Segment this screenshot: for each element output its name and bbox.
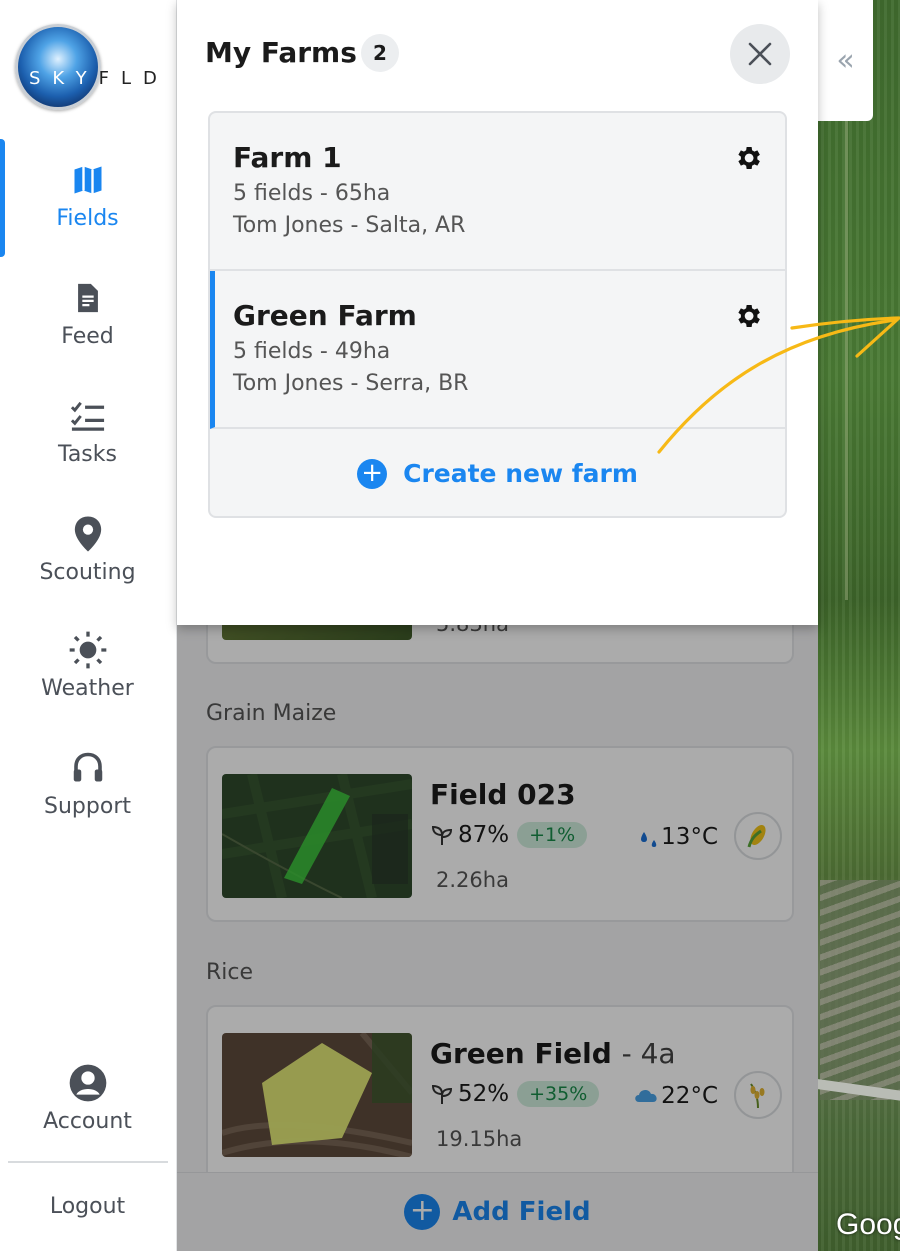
collapse-panel-button[interactable]: « [818, 0, 873, 121]
my-farms-popup: My Farms 2 Farm 1 5 fields - 65ha Tom Jo… [177, 0, 900, 625]
farm-summary: 5 fields - 49ha [233, 339, 391, 364]
sidebar-item-support[interactable]: Support [0, 748, 175, 819]
user-circle-icon [68, 1063, 108, 1103]
plus-circle-icon: + [357, 458, 388, 489]
create-new-farm-button[interactable]: + Create new farm [210, 429, 785, 516]
sidebar-item-label: Account [43, 1109, 132, 1134]
farm-item-green-farm[interactable]: Green Farm 5 fields - 49ha Tom Jones - S… [210, 271, 785, 429]
farm-name: Green Farm [233, 299, 417, 332]
create-new-farm-label: Create new farm [403, 459, 638, 488]
brand-logo[interactable]: SKYFLD [15, 24, 175, 112]
sidebar-item-feed[interactable]: Feed [0, 278, 175, 349]
farm-summary: 5 fields - 65ha [233, 181, 391, 206]
sidebar-item-scouting[interactable]: Scouting [0, 514, 175, 585]
headset-icon [68, 748, 108, 788]
sidebar-item-weather[interactable]: Weather [0, 630, 175, 701]
sidebar-item-fields[interactable]: Fields [0, 160, 175, 231]
logo-wordmark: SKYFLD [29, 68, 169, 89]
map-attribution: Goog [836, 1208, 900, 1241]
farm-list: Farm 1 5 fields - 65ha Tom Jones - Salta… [208, 111, 787, 518]
close-icon [748, 42, 772, 66]
sidebar-item-label: Fields [56, 206, 119, 231]
map-plowed-field [820, 880, 900, 1100]
gear-icon[interactable] [733, 143, 763, 173]
document-icon [68, 278, 108, 318]
logo-orb [15, 24, 101, 110]
farm-item-farm-1[interactable]: Farm 1 5 fields - 65ha Tom Jones - Salta… [210, 113, 785, 271]
logout-button[interactable]: Logout [0, 1194, 175, 1219]
sidebar-item-label: Weather [41, 676, 134, 701]
map-icon [68, 160, 108, 200]
sun-icon [68, 630, 108, 670]
sidebar-item-tasks[interactable]: Tasks [0, 396, 175, 467]
sidebar-item-label: Scouting [39, 560, 136, 585]
gear-icon[interactable] [733, 301, 763, 331]
sidebar-item-label: Support [44, 794, 131, 819]
farm-name: Farm 1 [233, 141, 342, 174]
sidebar-divider [8, 1161, 168, 1163]
popup-title: My Farms [205, 36, 357, 69]
sidebar-item-account[interactable]: Account [0, 1063, 175, 1134]
farm-owner-location: Tom Jones - Salta, AR [233, 213, 466, 238]
close-button[interactable] [730, 24, 790, 84]
sidebar-item-label: Feed [61, 324, 114, 349]
checklist-icon [68, 396, 108, 436]
farm-count-badge: 2 [361, 34, 399, 72]
farm-owner-location: Tom Jones - Serra, BR [233, 371, 469, 396]
main-sidebar: SKYFLD Fields Feed Tasks Scouting Weathe… [0, 0, 177, 1251]
double-chevron-left-icon: « [836, 43, 855, 78]
location-pin-icon [68, 514, 108, 554]
sidebar-item-label: Tasks [58, 442, 117, 467]
